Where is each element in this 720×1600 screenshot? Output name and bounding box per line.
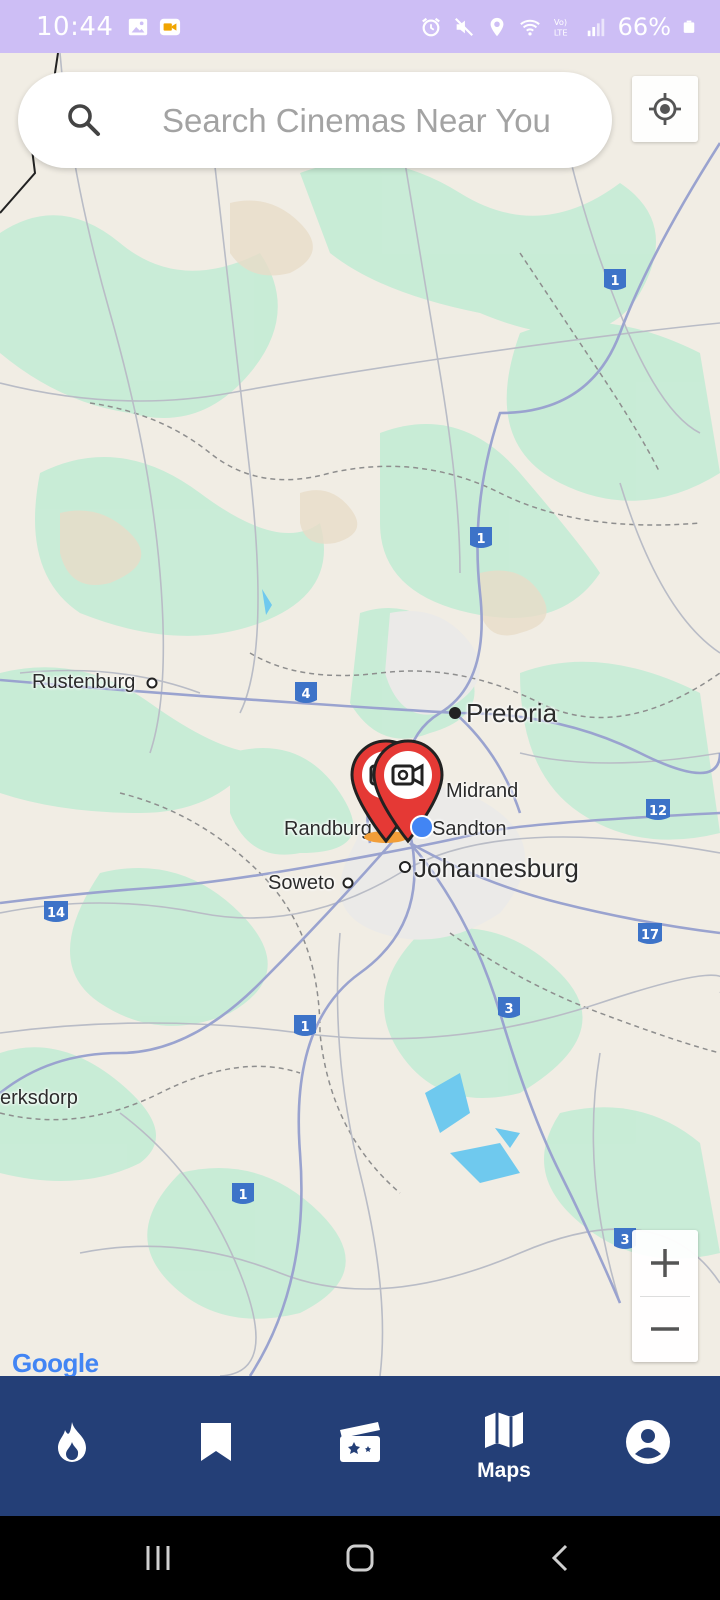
battery-percentage: 66% bbox=[617, 12, 671, 41]
svg-text:LTE: LTE bbox=[553, 27, 567, 37]
place-label-midrand: Midrand bbox=[446, 780, 519, 802]
route-shield: 1 bbox=[470, 527, 492, 548]
recent-apps-icon bbox=[146, 1546, 170, 1570]
nav-profile[interactable] bbox=[576, 1376, 720, 1516]
map-view[interactable]: 1 1 4 12 14 17 3 1 1 3 Rustenburg Pretor… bbox=[0, 53, 720, 1376]
route-shield: 17 bbox=[638, 923, 662, 944]
place-label-soweto: Soweto bbox=[268, 872, 335, 894]
wifi-icon bbox=[519, 19, 540, 36]
back-icon bbox=[551, 1544, 568, 1572]
volte-icon: Vo)LTE bbox=[553, 17, 567, 37]
svg-text:3: 3 bbox=[504, 1002, 513, 1017]
minus-icon bbox=[651, 1327, 679, 1331]
route-shield: 1 bbox=[604, 269, 626, 290]
svg-text:17: 17 bbox=[641, 928, 659, 943]
my-location-button[interactable] bbox=[632, 76, 698, 142]
svg-text:1: 1 bbox=[238, 1188, 247, 1203]
svg-text:4: 4 bbox=[301, 687, 310, 702]
svg-text:12: 12 bbox=[649, 804, 667, 819]
map-base: 1 1 4 12 14 17 3 1 1 3 bbox=[0, 53, 720, 1376]
zoom-out-button[interactable] bbox=[632, 1296, 698, 1362]
battery-icon bbox=[683, 20, 695, 33]
system-navigation-bar bbox=[0, 1516, 720, 1600]
nav-maps[interactable]: Maps bbox=[432, 1376, 576, 1516]
google-attribution: Google bbox=[12, 1348, 99, 1376]
nav-label-maps: Maps bbox=[477, 1459, 531, 1482]
zoom-control bbox=[632, 1230, 698, 1362]
home-icon bbox=[346, 1544, 374, 1572]
recent-apps-button[interactable] bbox=[136, 1536, 180, 1580]
route-shield: 4 bbox=[295, 682, 317, 703]
cinema-marker[interactable] bbox=[368, 737, 448, 847]
svg-text:1: 1 bbox=[476, 532, 485, 547]
movie-clapper-icon bbox=[340, 1422, 380, 1462]
nav-movies[interactable] bbox=[288, 1376, 432, 1516]
route-shield: 1 bbox=[232, 1183, 254, 1204]
svg-text:1: 1 bbox=[610, 274, 619, 289]
user-location-dot bbox=[410, 815, 434, 839]
route-shield: 12 bbox=[646, 799, 670, 820]
svg-text:Vo): Vo) bbox=[553, 17, 566, 27]
svg-text:14: 14 bbox=[47, 906, 65, 921]
place-label-pretoria: Pretoria bbox=[466, 698, 558, 728]
nav-trending[interactable] bbox=[0, 1376, 144, 1516]
map-icon bbox=[485, 1412, 523, 1448]
search-input[interactable] bbox=[160, 72, 584, 170]
alarm-icon bbox=[421, 17, 440, 36]
nav-bookmarks[interactable] bbox=[144, 1376, 288, 1516]
svg-text:1: 1 bbox=[300, 1020, 309, 1035]
status-bar: 10:44 Vo) LTE 66% bbox=[0, 0, 720, 53]
route-shield: 1 bbox=[294, 1015, 316, 1036]
home-button[interactable] bbox=[338, 1536, 382, 1580]
bookmark-icon bbox=[201, 1423, 231, 1461]
search-bar[interactable] bbox=[18, 72, 612, 170]
mute-icon bbox=[454, 17, 473, 36]
account-icon bbox=[626, 1420, 670, 1464]
route-shield: 14 bbox=[44, 901, 68, 922]
back-button[interactable] bbox=[538, 1536, 582, 1580]
place-label-rustenburg: Rustenburg bbox=[32, 671, 136, 693]
fire-icon bbox=[58, 1422, 86, 1462]
plus-icon bbox=[651, 1249, 679, 1277]
status-time: 10:44 bbox=[36, 11, 114, 42]
video-call-icon bbox=[160, 18, 181, 35]
bottom-navigation: Maps bbox=[0, 1376, 720, 1516]
search-icon bbox=[68, 104, 100, 136]
svg-text:3: 3 bbox=[620, 1233, 629, 1248]
place-label-johannesburg: Johannesburg bbox=[414, 853, 579, 883]
signal-icon bbox=[587, 18, 604, 36]
location-icon bbox=[490, 17, 504, 36]
gallery-icon bbox=[129, 18, 148, 35]
route-shield: 3 bbox=[498, 997, 520, 1018]
zoom-in-button[interactable] bbox=[632, 1230, 698, 1296]
place-label-klerksdorp: erksdorp bbox=[0, 1087, 78, 1109]
crosshair-icon bbox=[649, 93, 681, 125]
